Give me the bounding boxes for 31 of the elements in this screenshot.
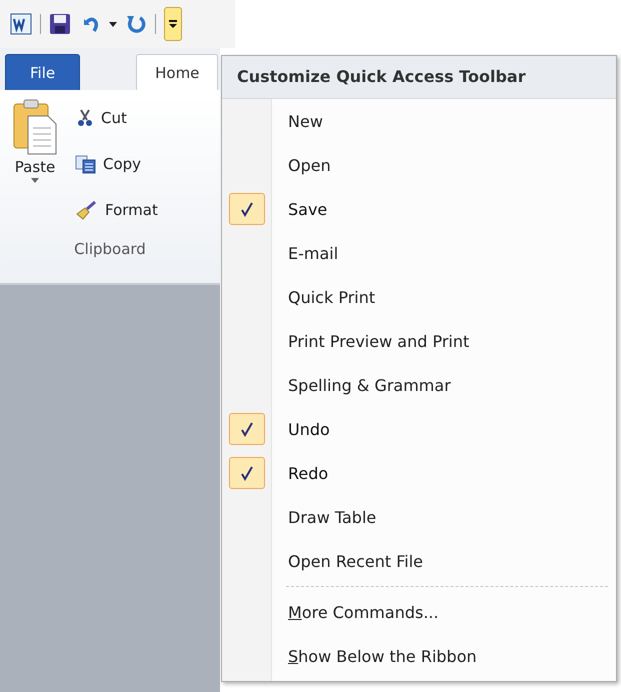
menu-item[interactable]: Open Recent File bbox=[222, 539, 616, 583]
redo-icon[interactable] bbox=[125, 13, 147, 35]
paste-label[interactable]: Paste bbox=[14, 158, 56, 176]
document-app-icon[interactable] bbox=[10, 13, 32, 35]
save-icon[interactable] bbox=[49, 13, 71, 35]
menu-item[interactable]: E-mail bbox=[222, 231, 616, 275]
scissors-icon[interactable] bbox=[75, 108, 95, 128]
copy-icon[interactable] bbox=[75, 154, 97, 174]
menu-item[interactable]: Show Below the Ribbon bbox=[222, 634, 616, 678]
menu-item[interactable]: Quick Print bbox=[222, 275, 616, 319]
command-label[interactable]: Cut bbox=[101, 109, 127, 127]
customize-toolbar-button[interactable] bbox=[164, 7, 182, 41]
menu-item[interactable]: Spelling & Grammar bbox=[222, 363, 616, 407]
dropdown-arrow-icon[interactable] bbox=[109, 22, 117, 26]
clipboard-icon[interactable] bbox=[12, 98, 58, 156]
ribbon-tab[interactable]: Home bbox=[136, 54, 218, 90]
menu-item[interactable]: Print Preview and Print bbox=[222, 319, 616, 363]
command-label[interactable]: Format bbox=[105, 201, 158, 219]
menu-item[interactable]: More Commands... bbox=[222, 590, 616, 634]
brush-icon[interactable] bbox=[75, 200, 99, 220]
dropdown-arrow-icon bbox=[168, 19, 178, 29]
menu-title: Customize Quick Access Toolbar bbox=[222, 56, 616, 99]
menu-item[interactable]: Save bbox=[222, 187, 616, 231]
command-label[interactable]: Copy bbox=[103, 155, 142, 173]
menu-item[interactable]: Open bbox=[222, 143, 616, 187]
menu-item[interactable]: New bbox=[222, 99, 616, 143]
file-tab[interactable]: File bbox=[5, 54, 80, 90]
menu-item[interactable]: Redo bbox=[222, 451, 616, 495]
menu-item[interactable]: Draw Table bbox=[222, 495, 616, 539]
menu-item[interactable]: Undo bbox=[222, 407, 616, 451]
group-label: Clipboard bbox=[74, 240, 146, 258]
